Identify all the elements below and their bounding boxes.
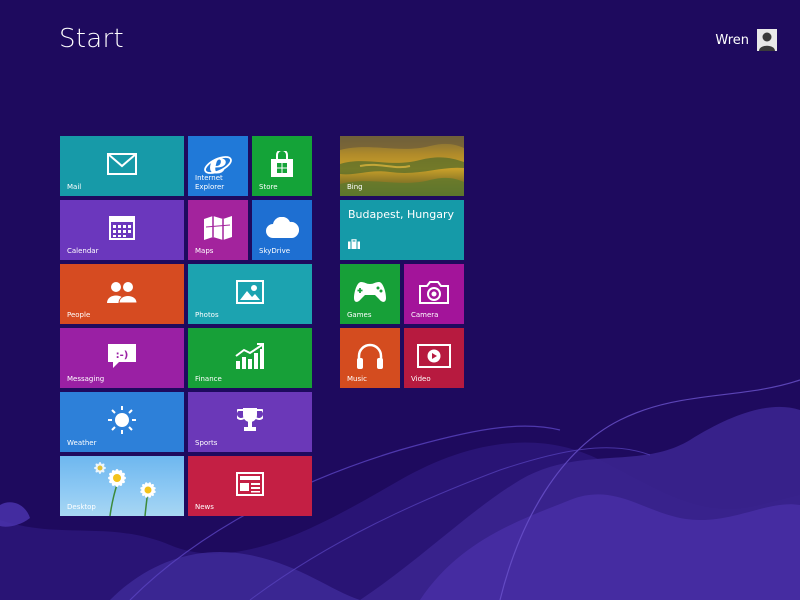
tile-label: Calendar	[67, 247, 99, 255]
travel-city: Budapest, Hungary	[348, 208, 454, 221]
tile-label: Camera	[411, 311, 439, 319]
camera-icon	[419, 280, 449, 304]
tile-calendar[interactable]: Calendar	[60, 200, 184, 260]
tile-label: Sports	[195, 439, 218, 447]
tile-label: Games	[347, 311, 372, 319]
trophy-icon	[237, 407, 263, 433]
tile-video[interactable]: Video	[404, 328, 464, 388]
store-icon	[270, 150, 294, 177]
tile-sports[interactable]: Sports	[188, 392, 312, 452]
tile-camera[interactable]: Camera	[404, 264, 464, 324]
people-icon	[106, 281, 138, 303]
tile-internet-explorer[interactable]: e Internet Explorer	[188, 136, 248, 196]
tile-people[interactable]: People	[60, 264, 184, 324]
tile-label: Store	[259, 183, 278, 191]
news-icon	[236, 471, 264, 496]
maps-icon	[203, 215, 233, 241]
tile-games[interactable]: Games	[340, 264, 400, 324]
tile-weather[interactable]: Weather	[60, 392, 184, 452]
tile-label: Messaging	[67, 375, 105, 383]
tile-label: Internet Explorer	[195, 174, 225, 191]
user-avatar-icon	[757, 29, 777, 51]
tile-label: Desktop	[67, 503, 96, 511]
tile-label: Photos	[195, 311, 219, 319]
tile-label: News	[195, 503, 214, 511]
messaging-icon: :-)	[107, 343, 137, 369]
finance-chart-icon	[235, 342, 265, 369]
video-play-icon	[417, 343, 451, 368]
tile-store[interactable]: Store	[252, 136, 312, 196]
tile-finance[interactable]: Finance	[188, 328, 312, 388]
tile-messaging[interactable]: :-) Messaging	[60, 328, 184, 388]
photos-icon	[236, 279, 264, 304]
tile-label: Video	[411, 375, 431, 383]
tile-label: Mail	[67, 183, 82, 191]
headphones-icon	[356, 342, 384, 370]
tile-maps[interactable]: Maps	[188, 200, 248, 260]
tile-label: Bing	[347, 183, 363, 191]
tile-label: SkyDrive	[259, 247, 291, 255]
svg-text::-): :-)	[116, 350, 129, 361]
tile-desktop[interactable]: Desktop	[60, 456, 184, 516]
tile-label: Music	[347, 375, 367, 383]
xbox-controller-icon	[353, 280, 387, 304]
tile-news[interactable]: News	[188, 456, 312, 516]
tile-travel[interactable]: Budapest, Hungary	[340, 200, 464, 260]
suitcase-icon	[348, 234, 360, 253]
start-title: Start	[59, 24, 125, 54]
tile-bing[interactable]: Bing	[340, 136, 464, 196]
user-account[interactable]: Wren	[715, 29, 777, 51]
mail-icon	[107, 152, 137, 175]
calendar-icon	[109, 215, 135, 240]
tile-label: Weather	[67, 439, 97, 447]
tile-label: People	[67, 311, 91, 319]
tile-skydrive[interactable]: SkyDrive	[252, 200, 312, 260]
cloud-icon	[265, 216, 299, 239]
sun-icon	[108, 405, 136, 434]
tile-label: Finance	[195, 375, 222, 383]
user-name: Wren	[715, 32, 749, 48]
tile-music[interactable]: Music	[340, 328, 400, 388]
tile-label: Maps	[195, 247, 214, 255]
tile-photos[interactable]: Photos	[188, 264, 312, 324]
tile-mail[interactable]: Mail	[60, 136, 184, 196]
